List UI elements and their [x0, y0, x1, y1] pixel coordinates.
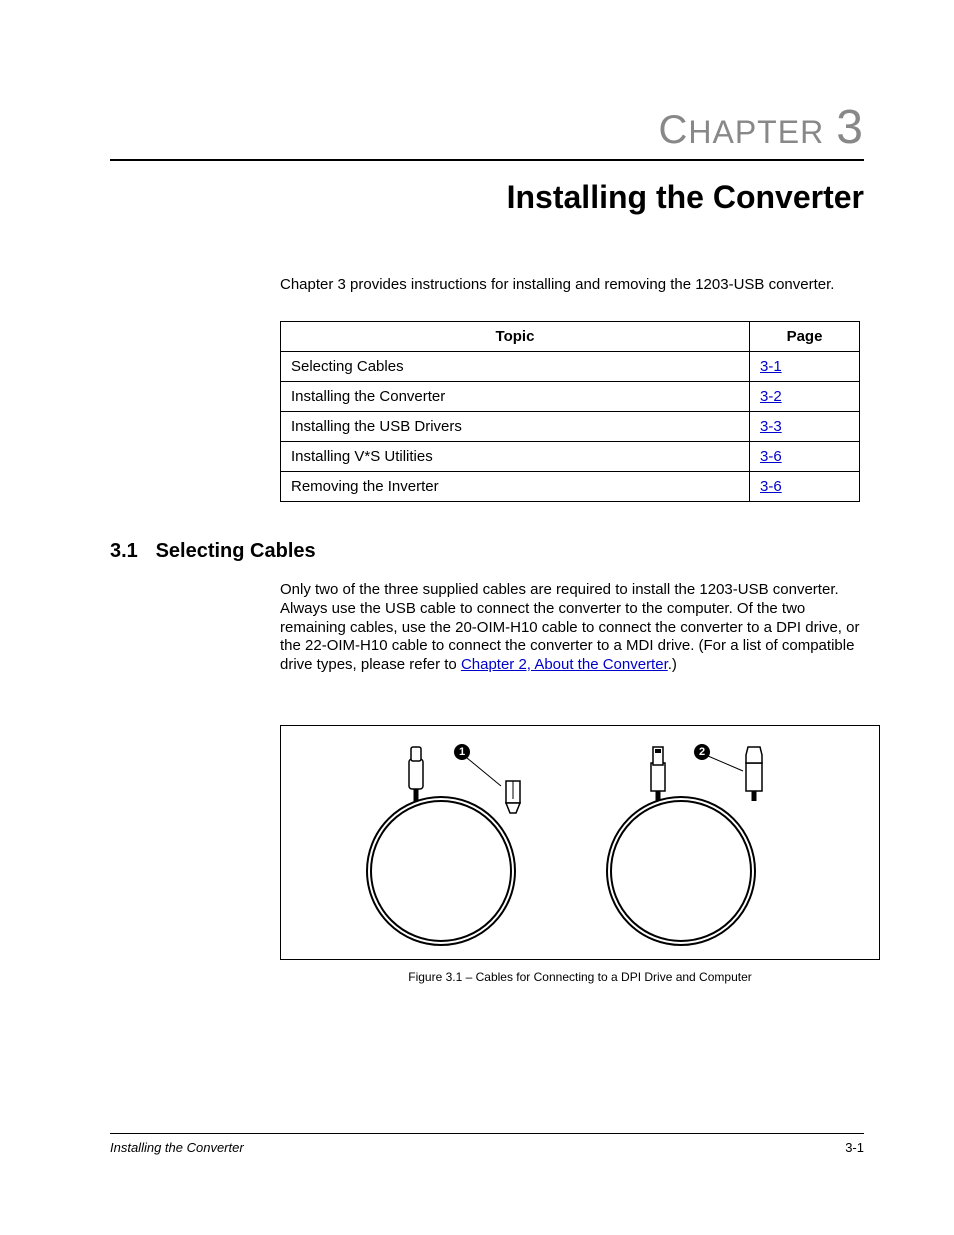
- page-footer: Installing the Converter 3-1: [110, 1133, 864, 1155]
- topic-cell: Installing V*S Utilities: [281, 442, 750, 472]
- page-link[interactable]: 3-3: [760, 418, 782, 435]
- topic-cell: Installing the Converter: [281, 382, 750, 412]
- cable-usb-icon: [581, 741, 801, 951]
- chapter-label: CHAPTER 3: [110, 100, 864, 155]
- figure-box: 1 2: [280, 725, 880, 960]
- callout-1: 1: [454, 744, 470, 760]
- chapter2-link[interactable]: Chapter 2, About the Converter: [461, 656, 668, 673]
- table-row: Selecting Cables 3-1: [281, 352, 860, 382]
- chapter-word: CHAPTER: [658, 108, 824, 152]
- topic-cell: Removing the Inverter: [281, 472, 750, 502]
- footer-title: Installing the Converter: [110, 1140, 244, 1155]
- chapter-number: 3: [836, 101, 864, 154]
- page-link[interactable]: 3-6: [760, 448, 782, 465]
- intro-paragraph: Chapter 3 provides instructions for inst…: [280, 276, 864, 293]
- section-body: Only two of the three supplied cables ar…: [280, 581, 864, 675]
- figure-caption: Figure 3.1 – Cables for Connecting to a …: [280, 970, 880, 984]
- cable-dpi-icon: [341, 741, 561, 951]
- col-page: Page: [750, 322, 860, 352]
- section-title: Selecting Cables: [156, 540, 316, 562]
- table-row: Removing the Inverter 3-6: [281, 472, 860, 502]
- section-number: 3.1: [110, 540, 150, 563]
- table-row: Installing the USB Drivers 3-3: [281, 412, 860, 442]
- chapter-title: Installing the Converter: [110, 179, 864, 216]
- table-row: Installing V*S Utilities 3-6: [281, 442, 860, 472]
- page-link[interactable]: 3-2: [760, 388, 782, 405]
- topics-table: Topic Page Selecting Cables 3-1 Installi…: [280, 321, 860, 502]
- section-heading: 3.1 Selecting Cables: [110, 540, 864, 563]
- topic-cell: Installing the USB Drivers: [281, 412, 750, 442]
- callout-2: 2: [694, 744, 710, 760]
- page-link[interactable]: 3-1: [760, 358, 782, 375]
- body-post: .): [668, 656, 677, 673]
- table-row: Installing the Converter 3-2: [281, 382, 860, 412]
- footer-page-number: 3-1: [845, 1140, 864, 1155]
- page-link[interactable]: 3-6: [760, 478, 782, 495]
- col-topic: Topic: [281, 322, 750, 352]
- topic-cell: Selecting Cables: [281, 352, 750, 382]
- footer-rule: [110, 1133, 864, 1134]
- title-rule: [110, 159, 864, 161]
